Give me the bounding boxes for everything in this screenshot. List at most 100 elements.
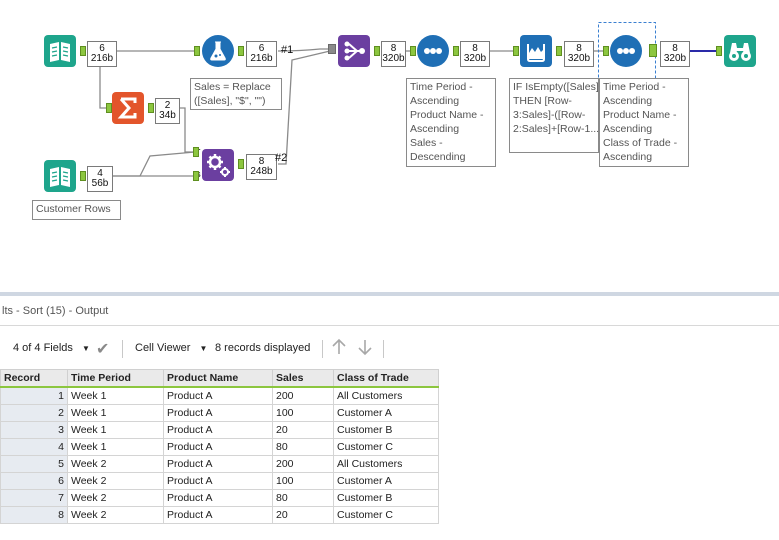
table-row[interactable]: 5 Week 2 Product A 200 All Customers <box>0 455 439 473</box>
table-row[interactable]: 3 Week 1 Product A 20 Customer B <box>0 421 439 439</box>
output-anchor[interactable] <box>238 46 244 56</box>
output-anchor[interactable] <box>374 46 380 56</box>
cell[interactable]: Week 1 <box>67 404 164 422</box>
cell[interactable]: All Customers <box>333 455 439 473</box>
flask-formula-icon <box>202 35 234 67</box>
input-data-tool-1[interactable] <box>44 35 76 67</box>
cell[interactable]: 20 <box>272 506 334 524</box>
record-cell: 4 <box>0 438 68 456</box>
toolbar-divider <box>322 340 323 358</box>
record-count-badge: 6 216b <box>246 41 277 67</box>
gears-append-icon <box>207 154 230 177</box>
cell[interactable]: 80 <box>272 438 334 456</box>
fields-selector[interactable]: 4 of 4 Fields ▼ <box>13 342 90 354</box>
cell[interactable]: 200 <box>272 386 334 405</box>
record-count-badge: 8 320b <box>381 41 406 67</box>
table-row[interactable]: 6 Week 2 Product A 100 Customer A <box>0 472 439 490</box>
output-anchor[interactable] <box>649 44 657 57</box>
cell[interactable]: 200 <box>272 455 334 473</box>
cell[interactable]: Product A <box>163 421 273 439</box>
cell[interactable]: Week 2 <box>67 489 164 507</box>
column-header-class-of-trade[interactable]: Class of Trade <box>333 369 439 388</box>
column-header-record[interactable]: Record <box>0 369 68 388</box>
cell[interactable]: 100 <box>272 404 334 422</box>
cell[interactable]: Product A <box>163 438 273 456</box>
multi-row-formula-tool[interactable] <box>520 35 552 67</box>
cell[interactable]: Customer A <box>333 404 439 422</box>
output-anchor[interactable] <box>453 46 459 56</box>
tool-annotation: IF IsEmpty([Sales]) THEN [Row- 3:Sales]-… <box>509 78 599 153</box>
cell[interactable]: Product A <box>163 472 273 490</box>
multirow-formula-icon <box>527 44 545 62</box>
union-tool[interactable] <box>338 35 370 67</box>
input-anchor[interactable] <box>603 46 609 56</box>
cell[interactable]: 80 <box>272 489 334 507</box>
input-anchor[interactable] <box>410 46 416 56</box>
cell[interactable]: Week 1 <box>67 386 164 405</box>
record-count-badge: 2 34b <box>155 98 180 124</box>
cell[interactable]: Customer B <box>333 489 439 507</box>
cell[interactable]: All Customers <box>333 386 439 405</box>
table-row[interactable]: 7 Week 2 Product A 80 Customer B <box>0 489 439 507</box>
arrow-down-icon[interactable] <box>357 338 373 359</box>
workflow-canvas[interactable]: 6 216b 2 34b 4 56b Customer Rows 6 216b Sale… <box>0 0 779 292</box>
column-header-product-name[interactable]: Product Name <box>163 369 273 388</box>
browse-tool[interactable] <box>724 35 756 67</box>
input-anchor-source[interactable] <box>193 171 199 181</box>
table-row[interactable]: 2 Week 1 Product A 100 Customer A <box>0 404 439 422</box>
cell[interactable]: Customer C <box>333 438 439 456</box>
table-row[interactable]: 8 Week 2 Product A 20 Customer C <box>0 506 439 524</box>
record-cell: 3 <box>0 421 68 439</box>
record-cell: 5 <box>0 455 68 473</box>
input-anchor[interactable] <box>106 103 112 113</box>
append-fields-tool[interactable] <box>202 149 234 181</box>
column-header-time-period[interactable]: Time Period <box>67 369 164 388</box>
summarize-tool[interactable] <box>112 92 144 124</box>
cell[interactable]: Week 2 <box>67 472 164 490</box>
record-cell: 8 <box>0 506 68 524</box>
cell[interactable]: 20 <box>272 421 334 439</box>
formula-tool[interactable] <box>202 35 234 67</box>
cell[interactable]: 100 <box>272 472 334 490</box>
sort-tool-2[interactable] <box>610 35 642 67</box>
input-anchor-target[interactable] <box>193 147 199 157</box>
input-anchor[interactable] <box>513 46 519 56</box>
input-anchor[interactable] <box>716 46 722 56</box>
record-cell: 7 <box>0 489 68 507</box>
checkmark-icon[interactable]: ✔ <box>96 339 109 359</box>
output-anchor[interactable] <box>556 46 562 56</box>
cell[interactable]: Product A <box>163 404 273 422</box>
output-anchor[interactable] <box>80 171 86 181</box>
column-header-sales[interactable]: Sales <box>272 369 334 388</box>
cell[interactable]: Customer B <box>333 421 439 439</box>
cell[interactable]: Product A <box>163 506 273 524</box>
records-displayed-label: 8 records displayed <box>215 342 311 354</box>
cell[interactable]: Product A <box>163 455 273 473</box>
cell[interactable]: Customer C <box>333 506 439 524</box>
cell[interactable]: Product A <box>163 489 273 507</box>
cell[interactable]: Week 2 <box>67 455 164 473</box>
cell[interactable]: Week 1 <box>67 421 164 439</box>
connection-label: #2 <box>275 152 288 164</box>
cell-viewer-dropdown[interactable]: Cell Viewer ▼ <box>135 342 207 354</box>
cell[interactable]: Product A <box>163 386 273 405</box>
binoculars-browse-icon <box>729 43 751 61</box>
output-anchor[interactable] <box>238 159 244 169</box>
cell[interactable]: Week 2 <box>67 506 164 524</box>
output-anchor[interactable] <box>148 103 154 113</box>
arrow-up-icon[interactable] <box>331 338 347 359</box>
table-row[interactable]: 1 Week 1 Product A 200 All Customers <box>0 386 439 405</box>
record-cell: 6 <box>0 472 68 490</box>
input-data-tool-2[interactable] <box>44 160 76 192</box>
table-row[interactable]: 4 Week 1 Product A 80 Customer C <box>0 438 439 456</box>
cell[interactable]: Customer A <box>333 472 439 490</box>
input-anchor[interactable] <box>328 44 336 54</box>
chevron-down-icon: ▼ <box>81 344 90 353</box>
connection-label: #1 <box>281 44 294 56</box>
cell[interactable]: Week 1 <box>67 438 164 456</box>
output-anchor[interactable] <box>80 46 86 56</box>
sigma-summarize-icon <box>117 97 137 119</box>
sort-tool-1[interactable] <box>417 35 449 67</box>
cell-viewer-label: Cell Viewer <box>135 342 191 354</box>
input-anchor[interactable] <box>194 46 200 56</box>
